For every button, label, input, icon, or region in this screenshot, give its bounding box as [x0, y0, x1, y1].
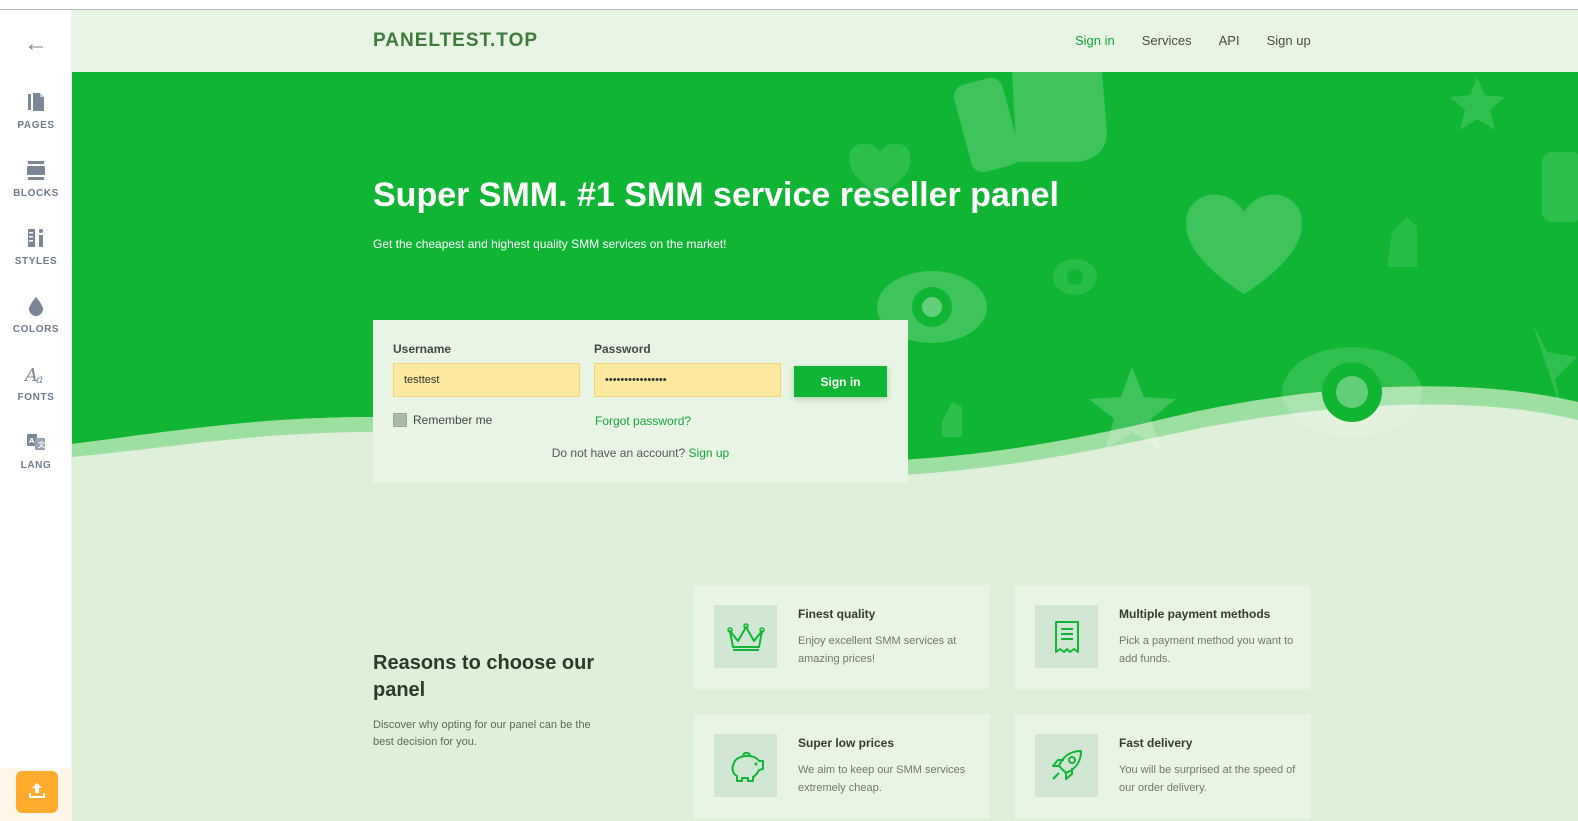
hero-subtitle: Get the cheapest and highest quality SMM… [373, 237, 727, 251]
browser-top-strip [0, 0, 1578, 10]
feature-description: We aim to keep our SMM services extremel… [798, 764, 966, 794]
editor-sidebar: ← PAGES BLOCKS STYLES COLORS Aa FONTS A文 [0, 10, 72, 821]
sidebar-item-fonts[interactable]: Aa FONTS [0, 362, 72, 422]
signup-prompt: Do not have an account? Sign up [373, 446, 908, 460]
rocket-icon [1035, 734, 1098, 797]
sidebar-item-label: COLORS [12, 324, 60, 335]
feature-title: Multiple payment methods [1119, 607, 1271, 621]
nav-services-link[interactable]: Services [1142, 33, 1192, 48]
feature-card: Finest quality Enjoy excellent SMM servi… [694, 585, 990, 689]
feature-description: Pick a payment method you want to add fu… [1119, 635, 1294, 665]
crown-icon [714, 605, 777, 668]
sidebar-item-label: LANG [20, 460, 52, 471]
feature-description: You will be surprised at the speed of ou… [1119, 764, 1296, 794]
login-form: Username Password Sign in Remember me Fo… [373, 320, 908, 483]
nav-links: Sign in Services API Sign up [1075, 33, 1338, 48]
sidebar-item-blocks[interactable]: BLOCKS [0, 158, 72, 218]
fonts-icon: Aa [24, 362, 48, 386]
signup-link[interactable]: Sign up [689, 446, 730, 460]
lang-icon: A文 [24, 430, 48, 454]
piggy-bank-icon [714, 734, 777, 797]
username-label: Username [393, 342, 452, 356]
sidebar-item-label: BLOCKS [13, 188, 59, 199]
signin-button[interactable]: Sign in [794, 366, 887, 397]
hero-title: Super SMM. #1 SMM service reseller panel [373, 176, 1059, 214]
reasons-subtitle: Discover why opting for our panel can be… [373, 719, 591, 748]
feature-description: Enjoy excellent SMM services at amazing … [798, 635, 957, 665]
blocks-icon [24, 158, 48, 182]
forgot-password-link[interactable]: Forgot password? [595, 414, 691, 428]
back-button[interactable]: ← [0, 20, 72, 68]
site-brand[interactable]: PANELTEST.TOP [373, 30, 538, 52]
site-preview: PANELTEST.TOP Sign in Services API Sign … [72, 10, 1578, 821]
password-label: Password [594, 342, 651, 356]
feature-card: Multiple payment methods Pick a payment … [1015, 585, 1311, 689]
arrow-left-icon: ← [24, 30, 48, 57]
colors-icon [24, 294, 48, 318]
username-input[interactable] [393, 363, 580, 397]
sidebar-item-pages[interactable]: PAGES [0, 90, 72, 150]
nav-signup-link[interactable]: Sign up [1267, 33, 1311, 48]
upload-icon [27, 780, 47, 805]
feature-title: Fast delivery [1119, 736, 1193, 750]
remember-label: Remember me [413, 413, 493, 427]
sidebar-item-label: STYLES [14, 256, 58, 267]
remember-checkbox[interactable] [393, 413, 407, 427]
feature-card: Fast delivery You will be surprised at t… [1015, 714, 1311, 818]
remember-me[interactable]: Remember me [393, 413, 492, 427]
password-input[interactable] [594, 363, 781, 397]
pages-icon [24, 90, 48, 114]
no-account-text: Do not have an account? [551, 446, 686, 460]
sidebar-item-styles[interactable]: STYLES [0, 226, 72, 286]
receipt-icon [1035, 605, 1098, 668]
reasons-title: Reasons to choose our panel [373, 652, 595, 701]
feature-title: Finest quality [798, 607, 876, 621]
nav-signin-link[interactable]: Sign in [1075, 33, 1115, 48]
styles-icon [24, 226, 48, 250]
feature-card: Super low prices We aim to keep our SMM … [694, 714, 990, 818]
sidebar-item-lang[interactable]: A文 LANG [0, 430, 72, 490]
site-navbar: PANELTEST.TOP Sign in Services API Sign … [72, 10, 1578, 72]
sidebar-item-label: PAGES [17, 120, 55, 131]
sidebar-item-colors[interactable]: COLORS [0, 294, 72, 354]
svg-text:A: A [29, 437, 35, 445]
nav-api-link[interactable]: API [1219, 33, 1240, 48]
svg-text:文: 文 [38, 440, 46, 449]
publish-button[interactable] [16, 771, 58, 813]
sidebar-item-label: FONTS [17, 392, 55, 403]
svg-text:a: a [36, 372, 43, 386]
feature-title: Super low prices [798, 736, 895, 750]
